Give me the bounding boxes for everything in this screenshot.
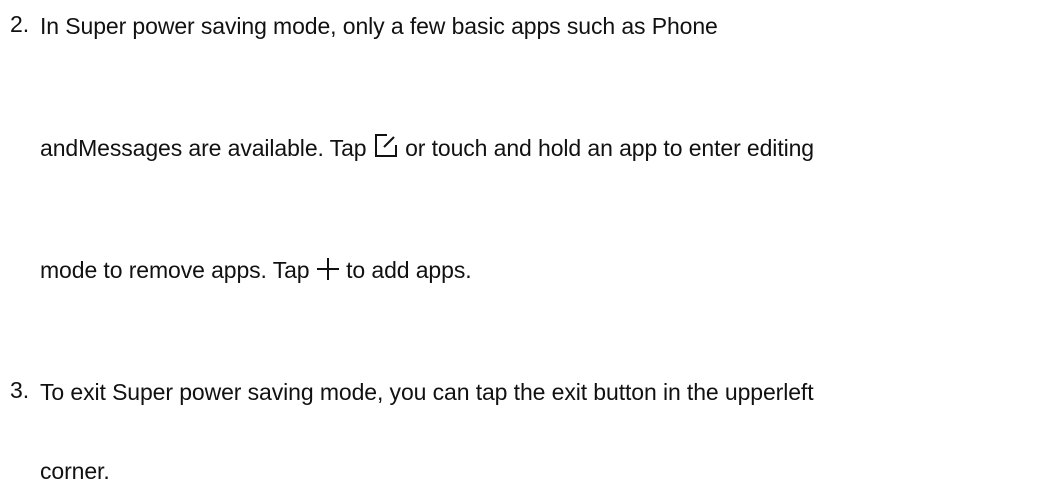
plus-icon <box>316 257 340 281</box>
step-text: andMessages are available. Tap <box>40 135 367 161</box>
step-text: mode to remove apps. Tap <box>40 257 310 283</box>
step-text: to add apps. <box>346 257 472 283</box>
step-text: or touch and hold an app to enter editin… <box>405 135 814 161</box>
step-text-line: In Super power saving mode, only a few b… <box>40 13 718 39</box>
step-number: 3. <box>10 377 29 403</box>
step-text-line: To exit Super power saving mode, you can… <box>40 379 814 405</box>
edit-icon <box>373 133 399 159</box>
step-text-line: mode to remove apps. Tap to add apps. <box>40 255 472 285</box>
step-number: 2. <box>10 11 29 37</box>
step-text-line: andMessages are available. Tap or touch … <box>40 133 814 163</box>
step-text-line: corner. <box>40 458 110 484</box>
